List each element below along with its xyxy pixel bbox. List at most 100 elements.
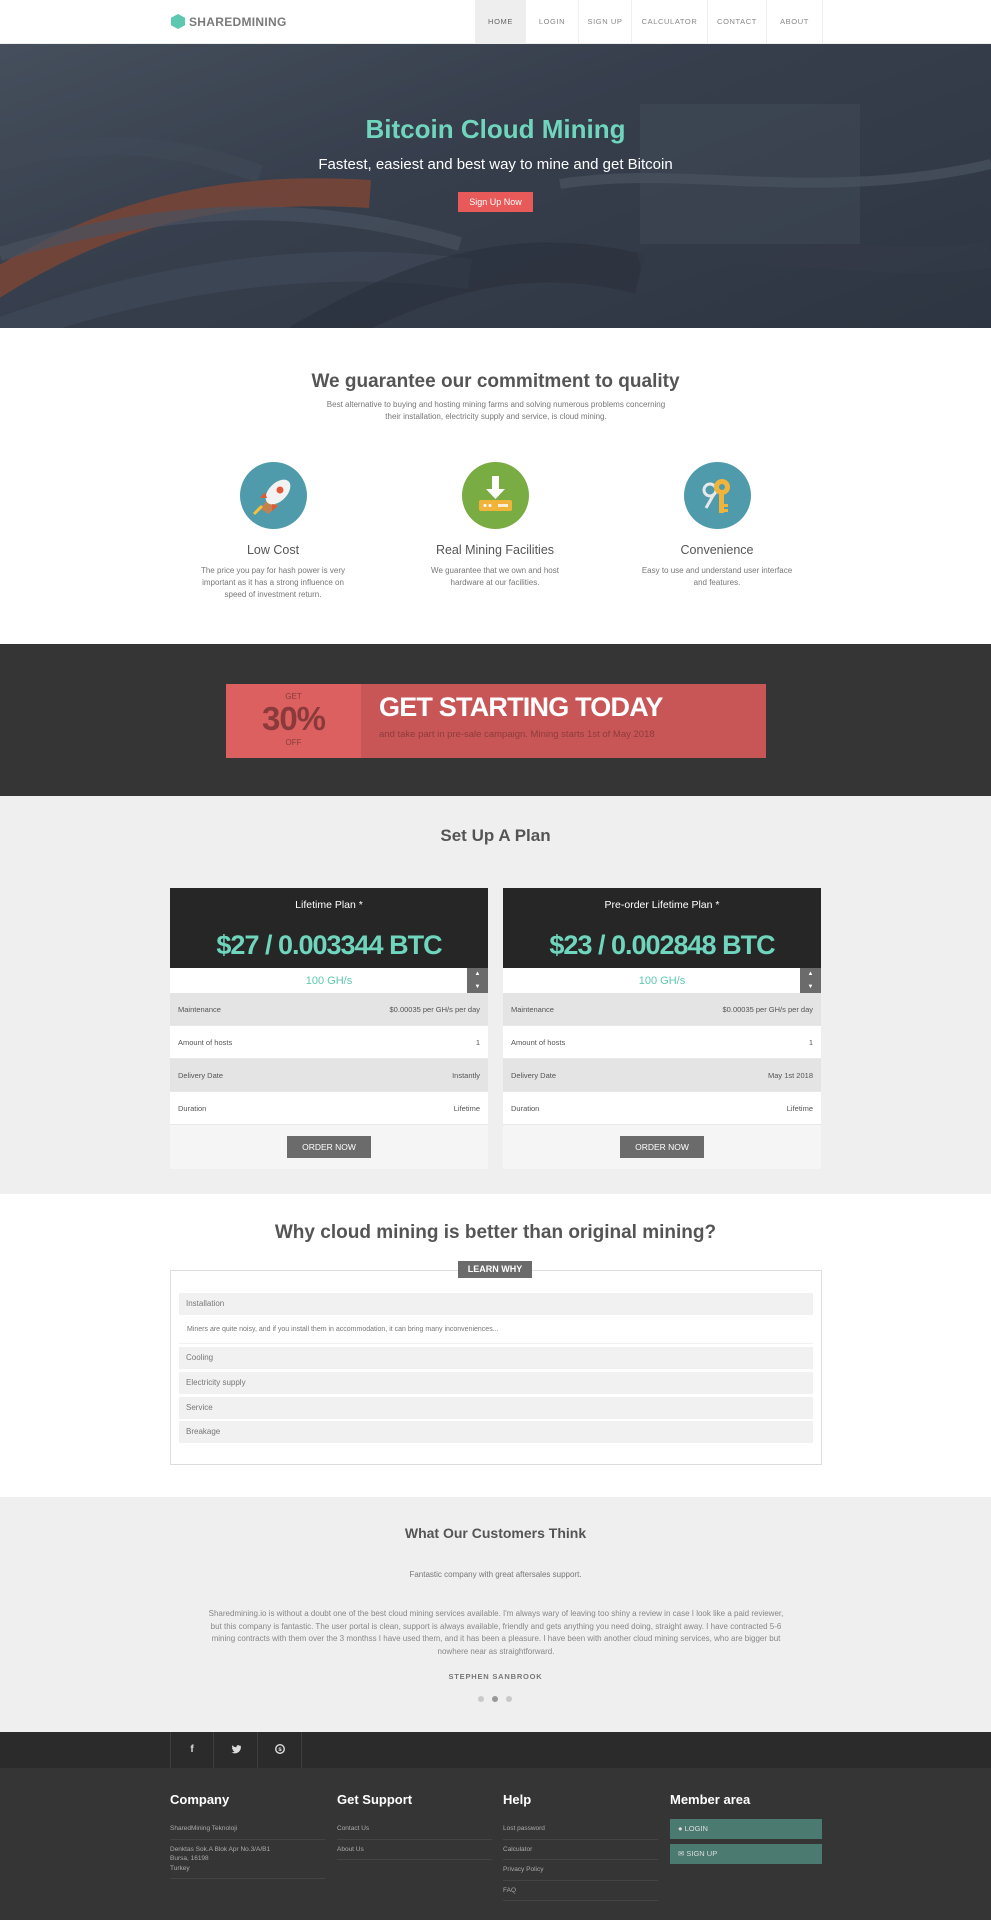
hashrate-input[interactable] [170,968,488,993]
stepper-up-icon[interactable]: ▲ [800,968,821,981]
accordion-item-installation[interactable]: Installation [179,1293,813,1315]
carousel-dot[interactable] [478,1696,484,1702]
footer-signup-button[interactable]: ✉ SIGN UP [670,1844,822,1864]
footer-member-title: Member area [670,1792,751,1807]
footer-link-faq[interactable]: FAQ [503,1881,658,1901]
carousel-dot-active[interactable] [492,1696,498,1702]
row-label: Duration [511,1103,540,1113]
twitter-icon[interactable] [214,1732,258,1768]
company-address-line1: Denktas Sok.A Blok Apr No.3/A/B1 [170,1845,271,1853]
why-accordion: Installation Miners are quite noisy, and… [170,1270,822,1465]
accordion-item-service[interactable]: Service [179,1397,813,1419]
accordion-item-electricity[interactable]: Electricity supply [179,1372,813,1394]
footer-link-contact[interactable]: Contact Us [337,1819,492,1840]
row-value: $0.00035 per GH/s per day [389,1004,480,1014]
stepper-up-icon[interactable]: ▲ [467,968,488,981]
quality-description: Best alternative to buying and hosting m… [326,400,666,421]
footer-link-calculator[interactable]: Calculator [503,1840,658,1860]
plan-row-hosts: Amount of hosts 1 [170,1026,488,1059]
rocket-icon [239,462,307,529]
nav-home[interactable]: HOME [475,0,525,43]
top-navbar: SHAREDMINING HOME LOGIN SIGN UP CALCULAT… [0,0,991,44]
row-label: Delivery Date [511,1070,557,1080]
feature-text: We guarantee that we own and host hardwa… [431,566,559,587]
carousel-dots [478,1696,512,1702]
footer-link-about[interactable]: About Us [337,1840,492,1860]
nav-login[interactable]: LOGIN [525,0,578,43]
order-now-button[interactable]: ORDER NOW [620,1136,704,1158]
row-label: Duration [178,1103,207,1113]
why-section: Why cloud mining is better than original… [0,1194,991,1497]
footer-company: Company SharedMining Teknoloji Denktas S… [170,1792,325,1879]
row-value: 1 [808,1037,813,1047]
row-value: May 1st 2018 [767,1070,813,1080]
nav-signup[interactable]: SIGN UP [578,0,631,43]
accordion-body-installation: Miners are quite noisy, and if you insta… [179,1316,813,1344]
nav-contact[interactable]: CONTACT [707,0,766,43]
footer-link-lost-password[interactable]: Lost password [503,1819,658,1840]
nav-about[interactable]: ABOUT [766,0,823,43]
plan-name: Lifetime Plan * [170,888,488,923]
row-value: Instantly [452,1070,480,1080]
row-label: Maintenance [511,1004,554,1014]
feature-low-cost: Low Cost The price you pay for hash powe… [193,462,353,601]
company-address-line2: Bursa, 16198 [170,1855,209,1862]
quality-title: We guarantee our commitment to quality [311,371,680,392]
logo[interactable]: SHAREDMINING [171,14,287,29]
facebook-icon[interactable]: f [170,1732,214,1768]
row-value: 1 [475,1037,480,1047]
row-value: Lifetime [786,1103,813,1113]
plan-card-preorder: Pre-order Lifetime Plan * $23 / 0.002848… [503,888,821,1169]
footer-link-privacy[interactable]: Privacy Policy [503,1860,658,1881]
promo-section: GET 30% OFF GET STARTING TODAY and take … [0,644,991,796]
promo-off-label: OFF [285,738,302,747]
testimonials-title: What Our Customers Think [404,1525,587,1541]
row-value: Lifetime [453,1103,480,1113]
promo-discount: GET 30% OFF [226,684,361,758]
row-label: Amount of hosts [178,1037,233,1047]
main-nav: HOME LOGIN SIGN UP CALCULATOR CONTACT AB… [475,0,823,43]
row-label: Delivery Date [178,1070,224,1080]
promo-percent: 30% [261,700,326,737]
promo-banner[interactable]: GET 30% OFF GET STARTING TODAY and take … [226,684,766,758]
plan-row-duration: Duration Lifetime [170,1092,488,1125]
accordion-item-breakage[interactable]: Breakage [179,1421,813,1443]
plan-footer: ORDER NOW [170,1125,488,1169]
why-title: Why cloud mining is better than original… [274,1222,717,1243]
promo-headline: GET STARTING TODAY [379,692,663,722]
stepper-down-icon[interactable]: ▼ [800,981,821,994]
row-value: $0.00035 per GH/s per day [722,1004,813,1014]
plans-section: Set Up A Plan Lifetime Plan * $27 / 0.00… [0,796,991,1194]
hero-section: Bitcoin Cloud Mining Fastest, easiest an… [0,44,991,328]
hashrate-field: ▲ ▼ [503,968,821,993]
footer: Company SharedMining Teknoloji Denktas S… [0,1768,991,1920]
testimonials-section: What Our Customers Think Fantastic compa… [0,1497,991,1732]
footer-login-button[interactable]: ● LOGIN [670,1819,822,1839]
learn-why-button[interactable]: LEARN WHY [458,1261,532,1278]
plan-price: $23 / 0.002848 BTC [503,923,821,968]
chat-icon: ● [678,1824,683,1833]
plan-row-duration: Duration Lifetime [503,1092,821,1125]
footer-support: Get Support Contact Us About Us [337,1792,492,1860]
plans-title: Set Up A Plan [440,826,551,845]
hashrate-field: ▲ ▼ [170,968,488,993]
company-name: SharedMining Teknoloji [170,1819,325,1840]
feature-title: Real Mining Facilities [435,543,555,557]
carousel-dot[interactable] [506,1696,512,1702]
footer-login-label: LOGIN [684,1824,708,1833]
feature-title: Convenience [680,543,754,557]
hero-signup-button[interactable]: Sign Up Now [458,192,533,212]
row-label: Amount of hosts [511,1037,566,1047]
skype-icon[interactable]: s [258,1732,302,1768]
order-now-button[interactable]: ORDER NOW [287,1136,371,1158]
stepper-down-icon[interactable]: ▼ [467,981,488,994]
envelope-icon: ✉ [678,1849,685,1858]
hashrate-stepper[interactable]: ▲ ▼ [467,968,488,993]
skype-letter: s [278,1747,282,1754]
feature-title: Low Cost [246,543,300,557]
hashrate-input[interactable] [503,968,821,993]
nav-calculator[interactable]: CALCULATOR [631,0,707,43]
accordion-item-cooling[interactable]: Cooling [179,1347,813,1369]
hashrate-stepper[interactable]: ▲ ▼ [800,968,821,993]
row-label: Maintenance [178,1004,221,1014]
